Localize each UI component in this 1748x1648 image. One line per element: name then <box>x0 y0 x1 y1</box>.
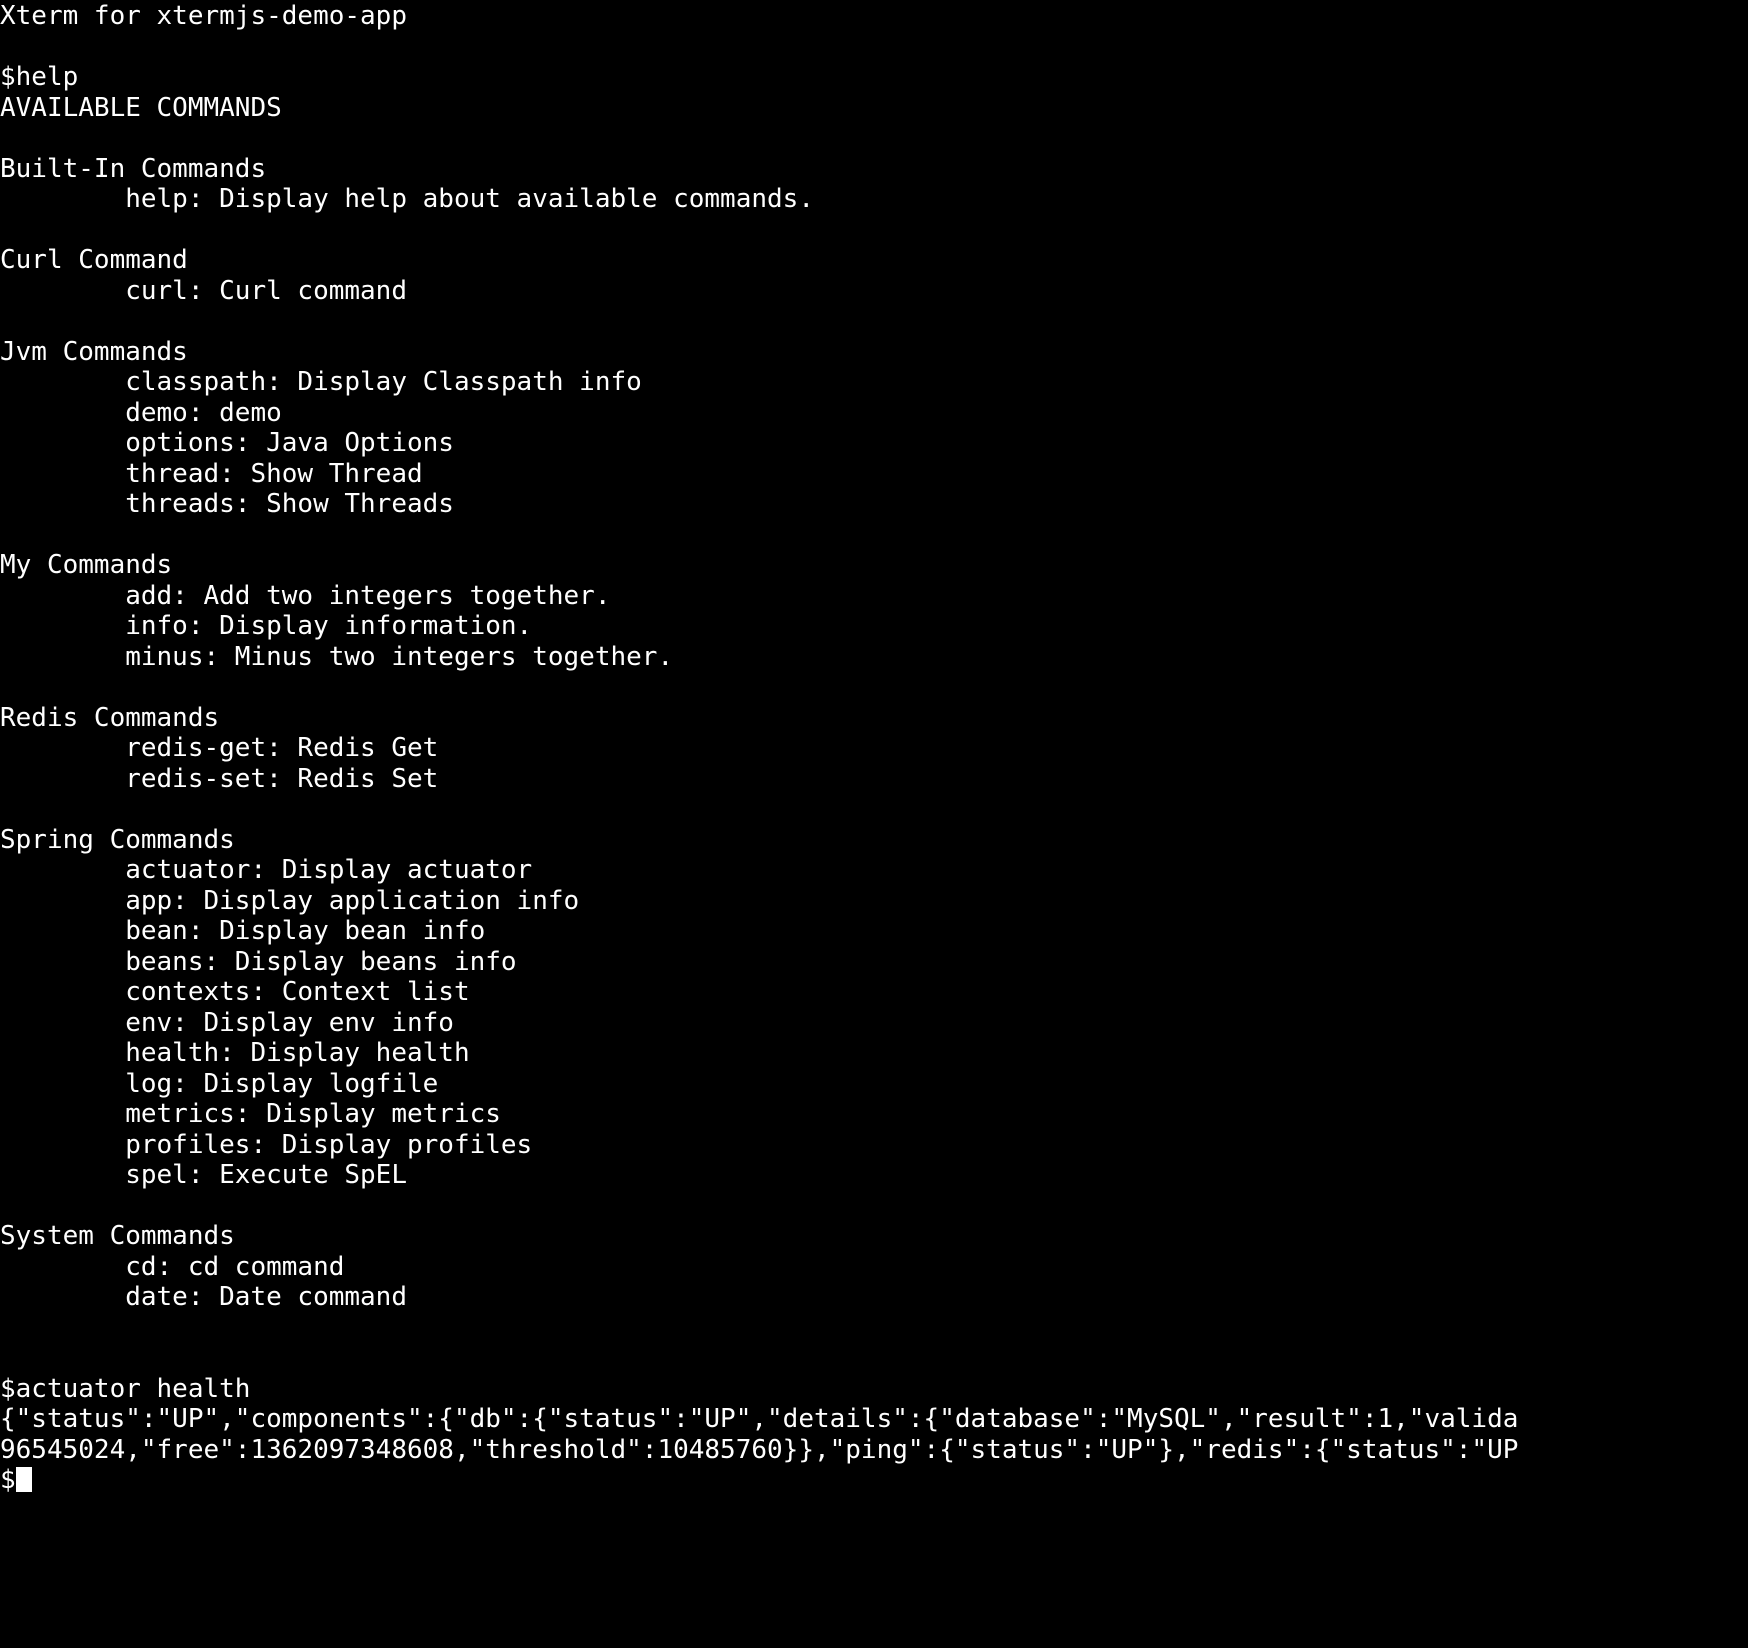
terminal-line: cd: cd command <box>0 1251 345 1282</box>
terminal-line: demo: demo <box>0 397 282 428</box>
terminal-screen[interactable]: Xterm for xtermjs-demo-app $help AVAILABLE… <box>0 0 1748 1648</box>
terminal-line: classpath: Display Classpath info <box>0 367 642 397</box>
terminal-line: date: Date command <box>0 1282 407 1312</box>
terminal-line: options: Java Options <box>0 428 454 458</box>
terminal-line: Redis Commands <box>0 702 220 733</box>
terminal-line: $actuator health <box>0 1373 251 1404</box>
terminal-line: beans: Display beans info <box>0 946 517 977</box>
terminal-line: bean: Display bean info <box>0 916 486 946</box>
terminal-line: 96545024,"free":1362097348608,"threshold… <box>0 1434 1519 1465</box>
text-cursor <box>15 1467 32 1492</box>
prompt-symbol: $ <box>0 1465 16 1495</box>
terminal-line: threads: Show Threads <box>0 489 454 519</box>
terminal-line: info: Display information. <box>0 611 533 641</box>
terminal-line: env: Display env info <box>0 1007 454 1038</box>
terminal-line: metrics: Display metrics <box>0 1099 501 1129</box>
terminal-line: profiles: Display profiles <box>0 1129 533 1160</box>
terminal-line: AVAILABLE COMMANDS <box>0 92 282 123</box>
terminal-line: spel: Execute SpEL <box>0 1160 407 1190</box>
terminal-line: redis-set: Redis Set <box>0 763 439 794</box>
terminal-line: contexts: Context list <box>0 977 470 1007</box>
terminal-line: Built-In Commands <box>0 153 267 184</box>
terminal-line: health: Display health <box>0 1038 470 1068</box>
terminal-line: Spring Commands <box>0 824 235 855</box>
terminal-line: actuator: Display actuator <box>0 855 533 885</box>
terminal-line: redis-get: Redis Get <box>0 733 439 763</box>
terminal-line: curl: Curl command <box>0 275 407 306</box>
terminal-line: help: Display help about available comma… <box>0 184 814 214</box>
terminal-line: My Commands <box>0 550 173 580</box>
terminal-line: Jvm Commands <box>0 336 188 367</box>
terminal-line: System Commands <box>0 1221 235 1251</box>
terminal-prompt-line[interactable]: $ <box>0 1465 1748 1496</box>
terminal-line: Xterm for xtermjs-demo-app <box>0 1 407 31</box>
terminal-line: app: Display application info <box>0 885 580 916</box>
terminal-line: thread: Show Thread <box>0 458 423 489</box>
terminal-line: add: Add two integers together. <box>0 580 611 611</box>
terminal-output: Xterm for xtermjs-demo-app $help AVAILABLE… <box>0 1 1748 1496</box>
terminal-line: log: Display logfile <box>0 1068 439 1099</box>
terminal-line: $help <box>0 62 79 92</box>
terminal-line: Curl Command <box>0 245 188 275</box>
terminal-line: {"status":"UP","components":{"db":{"stat… <box>0 1404 1519 1434</box>
terminal-line: minus: Minus two integers together. <box>0 641 674 672</box>
